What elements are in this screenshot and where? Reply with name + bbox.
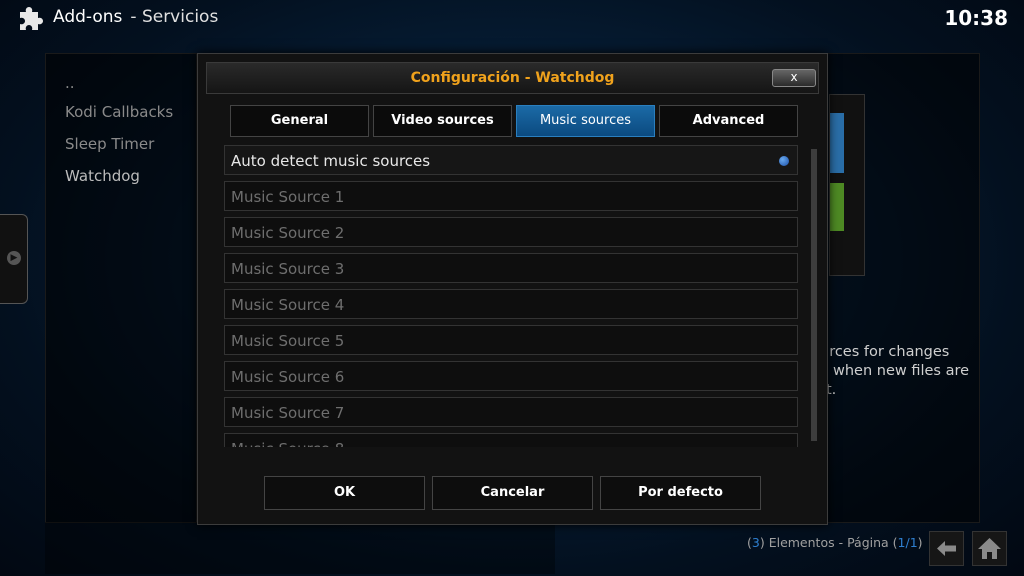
addon-description: urces for changes when new files are t.: [812, 343, 987, 400]
back-button[interactable]: [929, 531, 964, 566]
count-text: ) Elementos - Página (: [759, 535, 898, 550]
addon-thumbnail: [829, 94, 865, 276]
tab-video-sources[interactable]: Video sources: [373, 105, 512, 137]
setting-music-source-4[interactable]: Music Source 4: [224, 289, 798, 319]
page-title: Add-ons - Servicios: [53, 7, 218, 27]
settings-list: Auto detect music sources Music Source 1…: [224, 145, 800, 447]
setting-music-source-2[interactable]: Music Source 2: [224, 217, 798, 247]
list-item-kodi-callbacks[interactable]: Kodi Callbacks: [65, 103, 173, 121]
setting-music-source-3[interactable]: Music Source 3: [224, 253, 798, 283]
page-number: 1/1: [897, 535, 918, 550]
setting-music-source-7[interactable]: Music Source 7: [224, 397, 798, 427]
back-arrow-icon: [937, 541, 956, 556]
setting-music-source-5[interactable]: Music Source 5: [224, 325, 798, 355]
setting-label: Auto detect music sources: [231, 152, 431, 170]
tab-general[interactable]: General: [230, 105, 369, 137]
section-subtitle: - Servicios: [130, 7, 219, 27]
side-menu-tab[interactable]: ▶: [0, 214, 28, 304]
home-icon: [978, 538, 1001, 559]
close-button[interactable]: x: [772, 69, 816, 87]
thumbnail-blue-shape: [830, 113, 844, 173]
dialog-title-bar: Configuración - Watchdog x: [206, 62, 819, 94]
list-item-parent[interactable]: ..: [65, 74, 75, 92]
settings-dialog: Configuración - Watchdog x General Video…: [197, 53, 828, 525]
setting-music-source-1[interactable]: Music Source 1: [224, 181, 798, 211]
items-count-info: (3) Elementos - Página (1/1): [747, 535, 923, 550]
radio-on-icon[interactable]: [779, 156, 789, 166]
setting-music-source-8[interactable]: Music Source 8: [224, 433, 798, 447]
description-line-3: t.: [826, 382, 837, 398]
bottom-shelf: [45, 522, 555, 574]
thumbnail-green-shape: [830, 183, 844, 231]
ok-button[interactable]: OK: [264, 476, 425, 510]
puzzle-piece-icon: [20, 7, 43, 30]
list-item-watchdog[interactable]: Watchdog: [65, 167, 140, 185]
clock: 10:38: [944, 6, 1008, 30]
default-button[interactable]: Por defecto: [600, 476, 761, 510]
setting-auto-detect[interactable]: Auto detect music sources: [224, 145, 798, 175]
dialog-title: Configuración - Watchdog: [410, 70, 615, 86]
page-close: ): [917, 535, 923, 550]
list-item-sleep-timer[interactable]: Sleep Timer: [65, 135, 154, 153]
section-title: Add-ons: [53, 7, 123, 27]
setting-music-source-6[interactable]: Music Source 6: [224, 361, 798, 391]
scrollbar-thumb[interactable]: [811, 149, 817, 441]
cancel-button[interactable]: Cancelar: [432, 476, 593, 510]
settings-scrollbar[interactable]: [811, 149, 817, 441]
description-line-2: when new files are: [833, 363, 970, 379]
home-button[interactable]: [972, 531, 1007, 566]
description-line-1: urces for changes: [820, 344, 950, 360]
item-count: 3: [751, 535, 760, 550]
addon-list-panel: .. Kodi Callbacks Sleep Timer Watchdog: [45, 53, 197, 523]
tab-music-sources[interactable]: Music sources: [516, 105, 655, 137]
chevron-right-icon: ▶: [7, 251, 21, 265]
tab-advanced[interactable]: Advanced: [659, 105, 798, 137]
header-bar: Add-ons - Servicios 10:38: [0, 0, 1024, 36]
